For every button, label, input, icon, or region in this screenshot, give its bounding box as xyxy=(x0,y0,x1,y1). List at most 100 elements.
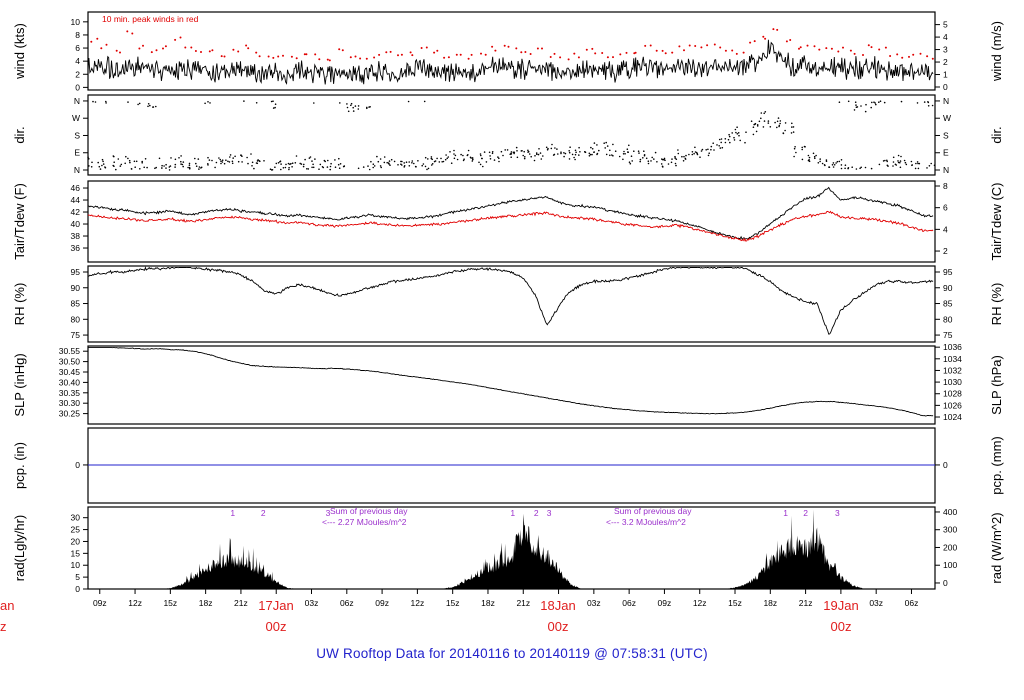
dir-dot xyxy=(591,153,593,156)
ytick-right-wind: 4 xyxy=(943,32,948,42)
dir-dot xyxy=(756,125,759,127)
dir-dot xyxy=(403,162,406,164)
dir-dot xyxy=(879,100,882,102)
dir-dot xyxy=(682,160,685,162)
xtick-label: 03z xyxy=(869,598,883,608)
peak-dot xyxy=(365,57,368,60)
dir-dot xyxy=(405,161,408,163)
dir-dot xyxy=(427,167,430,170)
dir-dot xyxy=(504,149,507,151)
dir-dot xyxy=(784,122,787,124)
ytick-right-pcp: 0 xyxy=(943,460,948,470)
ytick-left-rh: 75 xyxy=(71,330,81,340)
dir-dot xyxy=(763,120,766,122)
peak-dot xyxy=(328,59,331,62)
peak-dot xyxy=(397,54,399,57)
dir-dot xyxy=(200,167,202,169)
ytick-left-slp: 30.55 xyxy=(59,346,81,356)
dir-dot xyxy=(498,160,500,163)
ytick-left-dir: W xyxy=(72,113,80,123)
dir-dot xyxy=(593,151,595,153)
dir-dot xyxy=(413,162,415,165)
dir-dot xyxy=(502,154,504,157)
peak-dot xyxy=(314,53,317,56)
dir-dot xyxy=(194,157,196,160)
dir-dot xyxy=(568,150,570,152)
dir-dot xyxy=(198,166,201,168)
xtick-label: 15z xyxy=(163,598,177,608)
dir-dot xyxy=(488,151,491,154)
dir-dot xyxy=(314,158,316,160)
dir-dot xyxy=(125,155,127,158)
dir-dot xyxy=(878,163,881,166)
peak-dot xyxy=(507,45,510,48)
peak-dot xyxy=(232,48,235,51)
dir-dot xyxy=(733,139,736,141)
dir-dot xyxy=(277,162,280,164)
dir-dot xyxy=(352,106,355,109)
dir-dot xyxy=(696,153,699,156)
dir-dot xyxy=(603,142,605,144)
dir-dot xyxy=(653,158,655,160)
peak-dot xyxy=(896,53,899,56)
dir-dot xyxy=(905,163,908,166)
peak-dot xyxy=(282,54,284,57)
peak-dot xyxy=(529,53,532,55)
dir-dot xyxy=(693,152,695,155)
panel-wind: 0 2 4 6 8 10 0 1 2 3 4 5 wind (kts) wind (m/s) xyxy=(12,11,1004,92)
peak-dot xyxy=(425,46,428,49)
dir-dot xyxy=(604,147,606,149)
ytick-left-pcp: 0 xyxy=(75,460,80,470)
dir-dot xyxy=(569,146,571,148)
ytick-left-temp: 40 xyxy=(71,219,81,229)
dir-dot xyxy=(855,168,858,170)
peak-dot xyxy=(247,47,250,50)
peak-dot xyxy=(389,50,392,53)
xtick-label: 06z xyxy=(622,598,636,608)
dir-dot xyxy=(470,157,472,159)
dir-dot xyxy=(322,166,325,169)
dir-dot xyxy=(438,161,441,163)
dir-dot xyxy=(241,155,243,157)
axis-title-right-slp: SLP (hPa) xyxy=(989,355,1004,415)
dir-dot xyxy=(626,148,629,150)
dir-dot xyxy=(870,106,872,109)
dir-dot xyxy=(813,155,816,158)
dir-dot xyxy=(480,154,482,157)
dir-dot xyxy=(346,106,349,109)
ytick-right-rh: 95 xyxy=(943,267,953,277)
dir-dot xyxy=(584,151,586,153)
ytick-left-dir: N xyxy=(74,165,80,175)
dir-dot xyxy=(92,100,94,103)
dir-dot xyxy=(681,155,683,158)
peak-dot xyxy=(126,30,129,33)
dir-dot xyxy=(247,162,249,165)
peak-dot xyxy=(661,49,664,52)
peak-dot xyxy=(713,43,716,46)
dir-dot xyxy=(481,157,483,160)
dir-dot xyxy=(165,163,167,166)
ytick-right-slp: 1026 xyxy=(943,400,962,410)
dir-dot xyxy=(568,151,571,154)
peak-dot xyxy=(150,51,153,54)
ytick-right-rad: 400 xyxy=(943,507,957,517)
peak-dot xyxy=(700,46,703,49)
ytick-left-slp: 30.50 xyxy=(59,357,81,367)
dir-dot xyxy=(516,150,518,152)
peak-dot xyxy=(536,47,539,50)
peak-dot xyxy=(100,47,103,50)
dir-dot xyxy=(718,138,721,141)
peak-dot xyxy=(211,49,214,52)
dir-dot xyxy=(491,151,494,153)
ytick-left-rad: 30 xyxy=(71,513,81,523)
dir-dot xyxy=(311,160,313,162)
peak-dot xyxy=(878,48,881,51)
dir-dot xyxy=(911,164,913,167)
ytick-left-rh: 95 xyxy=(71,267,81,277)
dir-dot xyxy=(623,150,625,153)
dir-dot xyxy=(553,153,556,156)
peak-dot xyxy=(577,56,580,59)
peak-dot xyxy=(467,57,470,60)
dir-dot xyxy=(204,102,206,105)
peak-dot xyxy=(694,45,697,47)
